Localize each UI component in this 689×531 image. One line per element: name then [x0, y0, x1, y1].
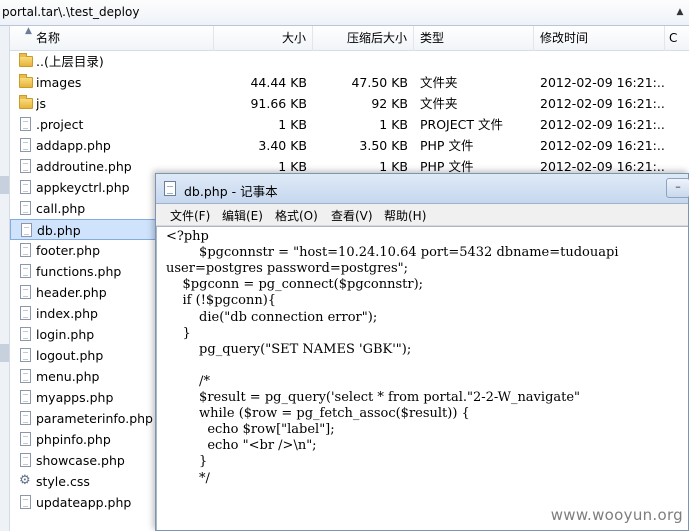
file-modified: 2012-02-09 16:21:... [540, 75, 665, 90]
code-line: echo $row["label"]; [166, 422, 335, 438]
code-line: $pgconn = pg_connect($pgconnstr); [166, 277, 424, 293]
code-line: } [166, 325, 191, 341]
file-icon [19, 408, 33, 429]
menu-file[interactable]: 文件(F) [170, 207, 210, 224]
file-type: PROJECT 文件 [420, 117, 503, 132]
left-pane-marker [0, 176, 9, 194]
menu-view[interactable]: 查看(V) [331, 207, 373, 224]
column-packed-size[interactable]: 压缩后大小 [313, 26, 414, 51]
file-type: 文件夹 [420, 75, 458, 90]
file-row[interactable]: images 44.44 KB 47.50 KB 文件夹 2012-02-09 16:2… [10, 72, 689, 93]
file-icon [19, 282, 33, 303]
file-row[interactable]: ..(上层目录) [10, 51, 689, 72]
file-packed-size: 47.50 KB [351, 75, 408, 90]
minimize-button[interactable]: – [666, 178, 689, 198]
file-modified [540, 51, 665, 72]
column-modified[interactable]: 修改时间 [534, 26, 665, 51]
file-size: 3.40 KB [258, 138, 307, 153]
code-line: /* [166, 373, 210, 389]
file-name: images [36, 75, 82, 90]
file-modified: 2012-02-09 16:21:... [540, 96, 665, 111]
scroll-up-arrow-icon[interactable]: ▲ [673, 4, 687, 20]
gear-icon: ⚙ [19, 473, 31, 488]
folder-icon [19, 72, 33, 93]
file-icon [19, 177, 33, 198]
file-icon [19, 492, 33, 513]
folder-icon [19, 51, 33, 72]
file-packed-size: 1 KB [379, 117, 408, 132]
menu-edit[interactable]: 编辑(E) [222, 207, 263, 224]
watermark: www.wooyun.org [550, 506, 683, 524]
code-line: pg_query("SET NAMES 'GBK'"); [166, 341, 412, 357]
file-modified: 2012-02-09 16:21:... [540, 117, 665, 132]
title-bar[interactable]: db.php - 记事本 – [156, 174, 689, 204]
file-packed-size: 3.50 KB [359, 138, 408, 153]
code-line: $pgconnstr = "host=10.24.10.64 port=5432… [166, 245, 619, 261]
notepad-window: db.php - 记事本 – 文件(F) 编辑(E) 格式(O) 查看(V) 帮… [155, 173, 689, 531]
menu-format[interactable]: 格式(O) [275, 207, 318, 224]
folder-icon [19, 93, 33, 114]
file-size: 44.44 KB [250, 75, 307, 90]
file-size: 1 KB [278, 117, 307, 132]
file-name: ..(上层目录) [36, 54, 104, 69]
menu-help[interactable]: 帮助(H) [384, 207, 426, 224]
column-name[interactable]: 名称 [10, 26, 214, 51]
file-icon [20, 220, 34, 241]
file-row[interactable]: addapp.php 3.40 KB 3.50 KB PHP 文件 2012-02-09… [10, 135, 689, 156]
text-editor[interactable]: <?php $pgconnstr = "host=10.24.10.64 por… [156, 226, 688, 530]
file-name: js [36, 96, 46, 111]
file-type: 文件夹 [420, 96, 458, 111]
column-size[interactable]: 大小 [214, 26, 313, 51]
code-line: if (!$pgconn){ [166, 293, 277, 309]
left-pane-edge [0, 26, 10, 531]
file-row[interactable]: .project 1 KB 1 KB PROJECT 文件 2012-02-09 16:… [10, 114, 689, 135]
address-bar[interactable]: portal.tar\.\test_deploy ▲ [0, 0, 689, 26]
file-type [420, 51, 534, 72]
file-size: 91.66 KB [250, 96, 307, 111]
file-type: PHP 文件 [420, 138, 474, 153]
file-icon [19, 345, 33, 366]
file-icon [19, 303, 33, 324]
address-path: portal.tar\.\test_deploy [2, 5, 140, 19]
window-title: db.php - 记事本 [184, 184, 278, 199]
left-pane-marker [0, 344, 9, 362]
code-line: die("db connection error"); [166, 309, 378, 325]
code-line: } [166, 454, 208, 470]
file-icon [19, 198, 33, 219]
file-icon [19, 450, 33, 471]
file-icon [19, 366, 33, 387]
file-packed-size [313, 51, 408, 72]
code-line: echo "<br />\n"; [166, 438, 317, 454]
file-icon [19, 324, 33, 345]
code-line: $result = pg_query('select * from portal… [166, 390, 581, 405]
file-icon [19, 114, 33, 135]
file-row[interactable]: js 91.66 KB 92 KB 文件夹 2012-02-09 16:21:... [10, 93, 689, 114]
column-crc[interactable]: C [665, 26, 689, 51]
notepad-icon [164, 181, 176, 196]
file-icon [19, 135, 33, 156]
file-size [214, 51, 307, 72]
file-modified: 2012-02-09 16:21:... [540, 138, 665, 153]
file-icon [19, 261, 33, 282]
code-line: while ($row = pg_fetch_assoc($result)) { [166, 406, 470, 422]
file-icon [19, 156, 33, 177]
file-name: .project [36, 117, 84, 132]
menu-bar: 文件(F) 编辑(E) 格式(O) 查看(V) 帮助(H) [156, 204, 688, 226]
file-icon [19, 429, 33, 450]
file-packed-size: 92 KB [371, 96, 408, 111]
file-icon [19, 387, 33, 408]
column-type[interactable]: 类型 [414, 26, 534, 51]
file-icon [19, 240, 33, 261]
column-header: ▲ 名称 大小 压缩后大小 类型 修改时间 C [10, 26, 689, 51]
code-line: <?php [166, 229, 209, 244]
file-name: addapp.php [36, 138, 111, 153]
code-line: user=postgres password=postgres"; [166, 261, 409, 277]
code-line: */ [166, 470, 210, 486]
